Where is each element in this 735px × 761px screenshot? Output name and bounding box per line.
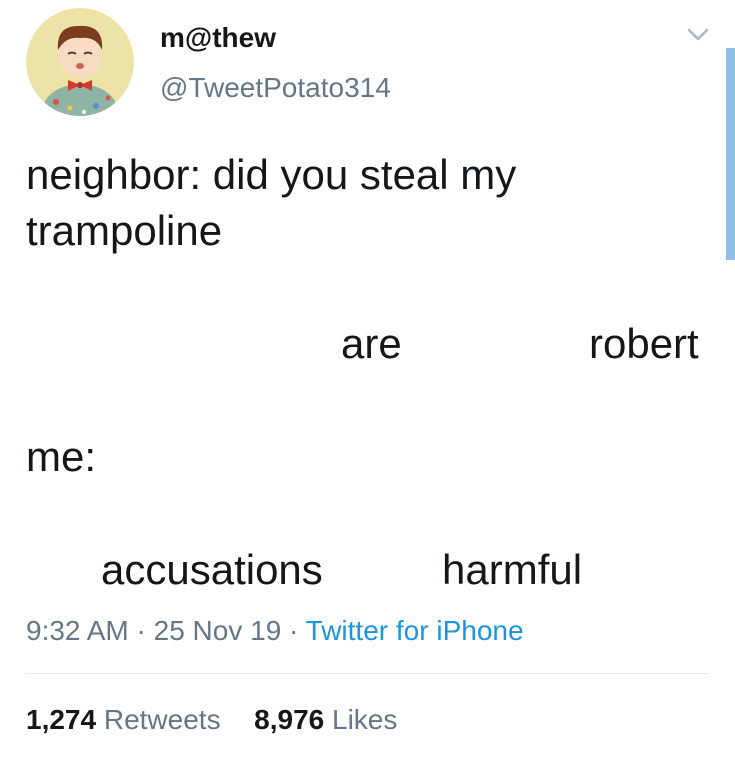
author-display-name[interactable]: m@thew xyxy=(160,22,276,54)
retweets-label: Retweets xyxy=(103,704,221,735)
tweet-word-are: are xyxy=(341,320,402,367)
tweet-time[interactable]: 9:32 AM xyxy=(26,615,129,646)
meta-separator: · xyxy=(289,615,299,646)
tweet-date[interactable]: 25 Nov 19 xyxy=(154,615,282,646)
tweet-source-link[interactable]: Twitter for iPhone xyxy=(306,615,524,646)
author-handle[interactable]: @TweetPotato314 xyxy=(160,72,391,104)
tweet-stats: 1,274 Retweets 8,976 Likes xyxy=(26,704,397,736)
tweet-word-harmful: harmful xyxy=(442,546,583,593)
cartoon-baby-avatar-icon xyxy=(26,8,134,116)
tweet-meta: 9:32 AM · 25 Nov 19 · Twitter for iPhone xyxy=(26,615,524,647)
divider xyxy=(26,673,709,674)
likes-count: 8,976 xyxy=(254,704,325,735)
tweet-word-robert: robert xyxy=(589,320,699,367)
tweet-text-line-2: trampoline xyxy=(26,207,223,254)
retweets-count: 1,274 xyxy=(26,704,97,735)
meta-separator: · xyxy=(136,615,146,646)
tweet-word-me: me: xyxy=(26,433,97,480)
likes-label: Likes xyxy=(332,704,398,735)
scroll-indicator xyxy=(726,48,735,260)
avatar[interactable] xyxy=(26,8,134,116)
chevron-down-icon[interactable] xyxy=(683,22,713,46)
retweets-stat[interactable]: 1,274 Retweets xyxy=(26,704,228,735)
tweet-word-accusations: accusations xyxy=(101,546,323,593)
likes-stat[interactable]: 8,976 Likes xyxy=(254,704,397,735)
tweet-text-line-1: neighbor: did you steal my xyxy=(26,151,517,198)
